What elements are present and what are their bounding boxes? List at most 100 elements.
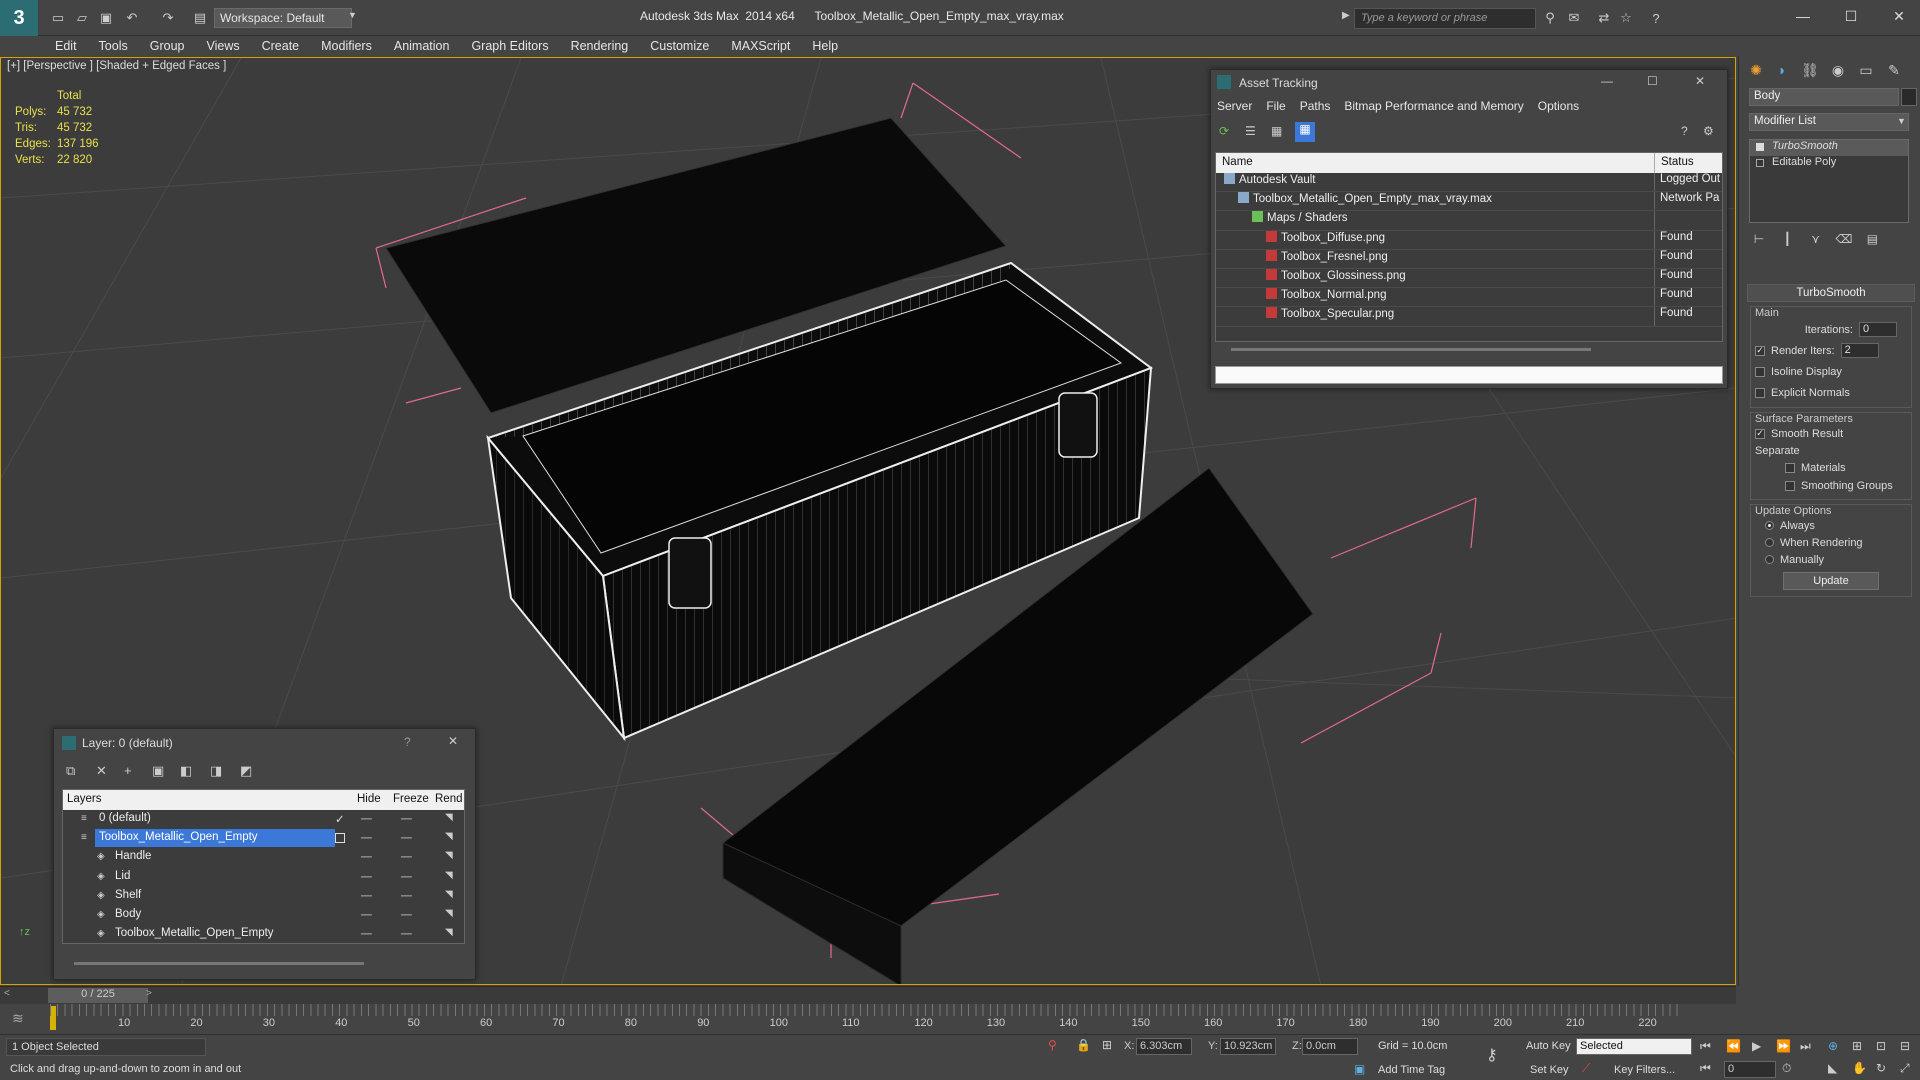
column-header-layers[interactable]: Layers (67, 793, 102, 805)
display-tab-icon[interactable]: ▭ (1853, 58, 1879, 82)
asset-menu-server[interactable]: Server (1217, 99, 1252, 117)
layer-name[interactable]: 0 (default) (95, 810, 155, 828)
x-coordinate-field[interactable]: 6.303cm (1136, 1038, 1192, 1055)
zoom-all-icon[interactable]: ⊞ (1852, 1039, 1862, 1053)
layer-name[interactable]: Body (111, 906, 145, 924)
stack-item-editable-poly[interactable]: Editable Poly (1750, 156, 1908, 172)
close-icon[interactable]: ✕ (1886, 6, 1912, 26)
asset-row[interactable]: Toolbox_Diffuse.png Found (1216, 230, 1722, 250)
asset-row[interactable]: Maps / Shaders (1216, 211, 1722, 231)
column-header-render[interactable]: Rend (435, 793, 463, 805)
time-tag-icon[interactable]: ▣ (1354, 1062, 1365, 1076)
hide-toggle[interactable]: ━━ (361, 891, 372, 902)
search-input[interactable]: Type a keyword or phrase (1354, 8, 1536, 29)
hide-toggle[interactable]: ━━ (361, 929, 372, 940)
layer-close-icon[interactable]: ✕ (448, 734, 458, 748)
hide-all-icon[interactable]: ◨ (210, 763, 222, 779)
minimize-icon[interactable]: — (1790, 6, 1816, 26)
create-tab-icon[interactable]: ✺ (1743, 58, 1769, 82)
layer-row[interactable]: ◈ Body ━━ ━━ ◥ (63, 906, 464, 925)
z-coordinate-field[interactable]: 0.0cm (1302, 1038, 1358, 1055)
layer-row[interactable]: ◈ Handle ━━ ━━ ◥ (63, 848, 464, 867)
workspace-dropdown[interactable]: Workspace: Default (214, 8, 352, 28)
refresh-icon[interactable]: ⟳ (1219, 124, 1229, 138)
hierarchy-tab-icon[interactable]: ⛓ (1797, 58, 1823, 82)
menu-views[interactable]: Views (206, 39, 239, 53)
stack-item-turbosmooth[interactable]: TurboSmooth (1750, 140, 1908, 156)
delete-layer-icon[interactable]: ✕ (96, 763, 107, 779)
time-config-icon[interactable]: ⏱ (1782, 1061, 1791, 1076)
show-end-result-icon[interactable]: ┃ (1777, 230, 1797, 248)
smooth-result-checkbox[interactable]: ✓ (1755, 428, 1765, 439)
zoom-extents-icon[interactable]: ⊡ (1876, 1039, 1886, 1053)
make-current-checkbox[interactable] (335, 833, 345, 844)
asset-row[interactable]: Toolbox_Fresnel.png Found (1216, 249, 1722, 269)
asset-menu-file[interactable]: File (1266, 99, 1285, 117)
redo-icon[interactable]: ↷ (158, 8, 178, 28)
time-slider-thumb[interactable]: 0 / 225 (48, 988, 148, 1003)
column-header-hide[interactable]: Hide (357, 793, 381, 805)
previous-frame-icon[interactable]: ⏪ (1726, 1039, 1741, 1053)
go-to-start-icon[interactable]: ⏮ (1700, 1039, 1711, 1054)
column-header-status[interactable]: Status (1654, 153, 1700, 173)
menu-graph-editors[interactable]: Graph Editors (471, 39, 548, 53)
selection-lock-icon[interactable]: 🔒 (1076, 1038, 1091, 1052)
time-slider[interactable]: < 0 / 225 > (0, 986, 1736, 1004)
set-key-mode-icon[interactable]: ⚷ (1486, 1045, 1498, 1065)
layer-row[interactable]: ◈ Lid ━━ ━━ ◥ (63, 868, 464, 887)
asset-row[interactable]: Toolbox_Metallic_Open_Empty_max_vray.max… (1216, 192, 1722, 212)
object-color-swatch[interactable] (1901, 88, 1917, 106)
set-key-button[interactable]: Set Key (1530, 1064, 1569, 1076)
modify-tab-icon[interactable]: ◗ (1769, 58, 1795, 82)
configure-sets-icon[interactable]: ▤ (1862, 230, 1882, 248)
freeze-toggle[interactable]: ━━ (401, 852, 412, 863)
menu-group[interactable]: Group (150, 39, 185, 53)
binoculars-icon[interactable]: ⚲ (1540, 8, 1560, 28)
smoothing-groups-checkbox[interactable] (1785, 481, 1795, 491)
menu-help[interactable]: Help (812, 39, 838, 53)
modifier-list-arrow-icon[interactable]: ▼ (1897, 116, 1906, 126)
make-unique-icon[interactable]: ⋎ (1806, 230, 1826, 248)
search-expand-icon[interactable]: ▶ (1342, 10, 1350, 21)
iterations-spinner[interactable]: 0 (1859, 322, 1897, 337)
remove-modifier-icon[interactable]: ⌫ (1834, 230, 1854, 248)
manually-radio[interactable] (1765, 555, 1774, 564)
absolute-mode-icon[interactable]: ⊞ (1102, 1038, 1112, 1052)
render-teapot-icon[interactable]: ◥ (445, 870, 453, 881)
next-frame-icon[interactable]: ⏩ (1776, 1039, 1791, 1053)
menu-modifiers[interactable]: Modifiers (321, 39, 372, 53)
freeze-toggle[interactable]: ━━ (401, 929, 412, 940)
asset-path-field[interactable] (1215, 366, 1723, 384)
hide-toggle[interactable]: ━━ (361, 833, 372, 844)
project-folder-icon[interactable]: ▤ (190, 8, 210, 28)
asset-row[interactable]: Toolbox_Normal.png Found (1216, 288, 1722, 308)
slider-next-icon[interactable]: > (146, 988, 152, 999)
save-file-icon[interactable]: ▣ (96, 8, 116, 28)
pin-stack-icon[interactable]: ⊢ (1749, 230, 1769, 248)
render-teapot-icon[interactable]: ◥ (445, 889, 453, 900)
y-coordinate-field[interactable]: 10.923cm (1220, 1038, 1276, 1055)
layer-name[interactable]: Toolbox_Metallic_Open_Empty (111, 925, 278, 943)
motion-tab-icon[interactable]: ◉ (1825, 58, 1851, 82)
layer-name[interactable]: Toolbox_Metallic_Open_Empty (95, 829, 335, 848)
current-frame-field[interactable]: 0 (1724, 1061, 1776, 1078)
maximize-icon[interactable]: ☐ (1838, 6, 1864, 26)
render-teapot-icon[interactable]: ◥ (445, 908, 453, 919)
update-button[interactable]: Update (1783, 572, 1879, 590)
menu-animation[interactable]: Animation (394, 39, 450, 53)
viewport-label[interactable]: [+] [Perspective ] [Shaded + Edged Faces… (7, 60, 226, 72)
track-bar[interactable]: ≋ 10 20 30 40 50 60 70 80 90 100 110 120 130 140 150 16… (0, 1004, 1736, 1034)
help-icon[interactable]: ? (1646, 8, 1666, 28)
hide-toggle[interactable]: ━━ (361, 814, 372, 825)
key-icon[interactable]: ⟋ (1582, 1061, 1590, 1076)
table-view-icon[interactable]: ▦ (1295, 122, 1315, 142)
always-radio[interactable] (1765, 521, 1774, 530)
mini-curve-editor-icon[interactable]: ≋ (12, 1010, 24, 1027)
freeze-toggle[interactable]: ━━ (401, 814, 412, 825)
tree-view-icon[interactable]: ▦ (1271, 124, 1282, 138)
layer-hscrollbar[interactable] (74, 962, 364, 965)
hide-toggle[interactable]: ━━ (361, 852, 372, 863)
add-to-layer-icon[interactable]: + (124, 763, 132, 778)
render-teapot-icon[interactable]: ◥ (445, 831, 453, 842)
layer-name[interactable]: Lid (111, 868, 134, 886)
